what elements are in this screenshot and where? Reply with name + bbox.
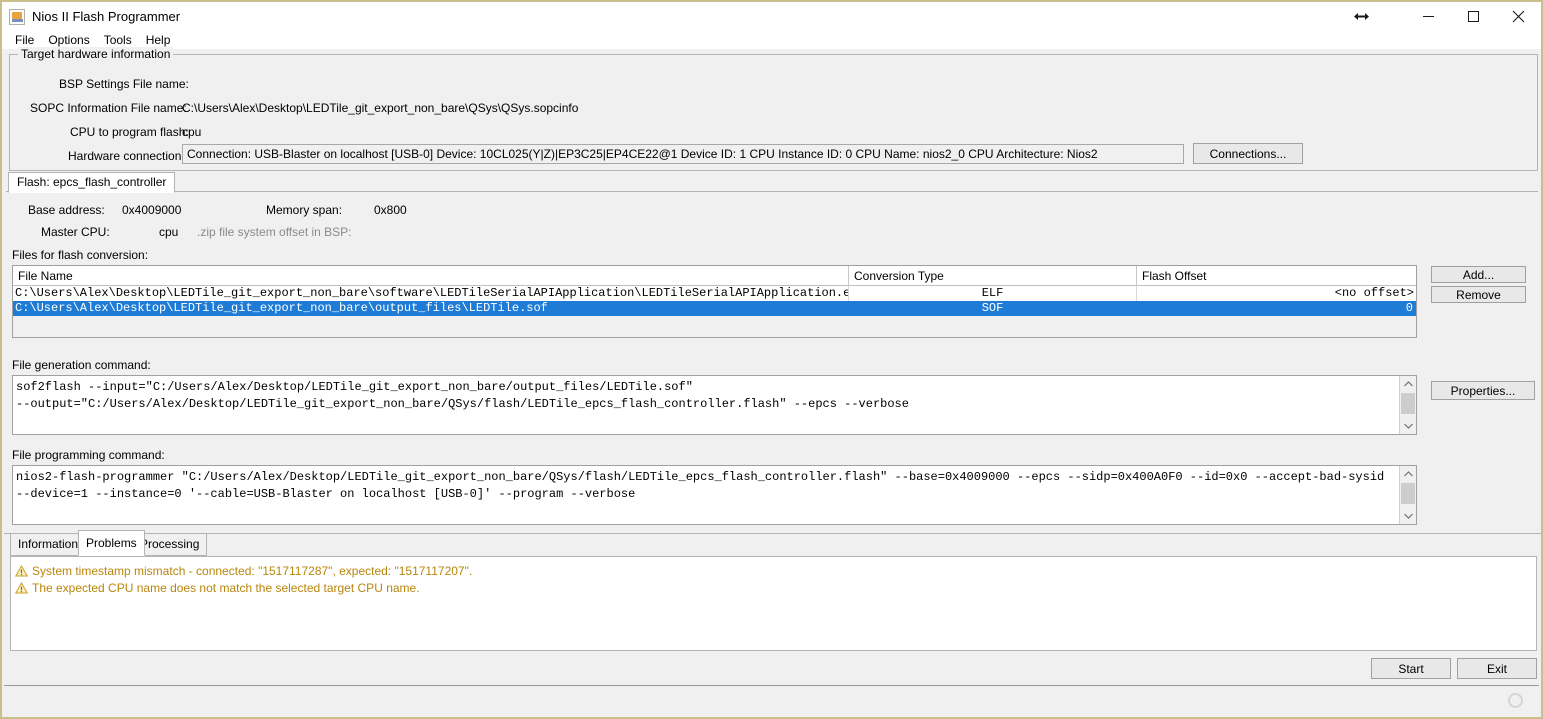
menu-options[interactable]: Options [41,32,96,48]
file-programming-scrollbar[interactable] [1399,466,1416,524]
cell-file-name: C:\Users\Alex\Desktop\LEDTile_git_export… [15,286,849,301]
files-table-header: File Name Conversion Type Flash Offset [13,266,1416,286]
file-generation-scrollbar[interactable] [1399,376,1416,434]
cell-file-name: C:\Users\Alex\Desktop\LEDTile_git_export… [13,301,849,316]
start-button[interactable]: Start [1371,658,1451,679]
java-coffee-cup-icon [9,8,25,25]
status-bar [4,685,1539,715]
exit-button[interactable]: Exit [1457,658,1537,679]
horizontal-resize-icon[interactable] [1339,1,1384,32]
window-controls [1339,1,1541,32]
minimize-button[interactable] [1406,1,1451,32]
column-header-file-name[interactable]: File Name [13,266,849,285]
problems-panel[interactable]: System timestamp mismatch - connected: "… [10,556,1537,651]
column-header-conversion-type[interactable]: Conversion Type [849,266,1137,285]
file-programming-label: File programming command: [12,448,165,462]
memory-span-value: 0x800 [374,203,407,217]
scroll-down-icon[interactable] [1400,418,1416,434]
file-generation-label: File generation command: [12,358,151,372]
scroll-up-icon[interactable] [1400,466,1416,482]
tab-flash-epcs-flash-controller[interactable]: Flash: epcs_flash_controller [8,172,176,193]
warning-triangle-icon [14,564,29,577]
menu-help[interactable]: Help [139,32,178,48]
table-empty-area [13,316,1416,337]
tab-problems[interactable]: Problems [78,530,145,556]
file-programming-command-box[interactable]: nios2-flash-programmer "C:/Users/Alex/De… [12,465,1417,525]
master-cpu-label: Master CPU: [41,225,110,239]
progress-spinner-icon [1508,693,1523,708]
target-hardware-group-title: Target hardware information [18,47,174,61]
hardware-connection-field[interactable]: Connection: USB-Blaster on localhost [US… [182,144,1184,164]
menu-file[interactable]: File [8,32,41,48]
maximize-button[interactable] [1451,1,1496,32]
base-address-value: 0x4009000 [122,203,182,217]
title-bar: Nios II Flash Programmer [2,0,1541,31]
window-title: Nios II Flash Programmer [32,9,181,24]
problem-message: System timestamp mismatch - connected: "… [32,563,473,578]
tab-underline [6,191,1538,192]
menu-bar: File Options Tools Help [2,31,1541,49]
scroll-thumb[interactable] [1401,483,1415,504]
cell-conversion-type: ELF [849,286,1137,301]
connections-button[interactable]: Connections... [1193,143,1303,164]
flash-tabstrip: Flash: epcs_flash_controller [6,172,1538,193]
main-content: Target hardware information BSP Settings… [4,47,1541,715]
cell-flash-offset: 0 [1137,301,1416,316]
file-generation-command-text: sof2flash --input="C:/Users/Alex/Desktop… [16,380,909,411]
base-address-label: Base address: [28,203,105,217]
table-row[interactable]: C:\Users\Alex\Desktop\LEDTile_git_export… [13,286,1416,301]
zip-offset-label: .zip file system offset in BSP: [197,225,352,239]
bottom-tabstrip: Information Problems Processing [10,530,310,556]
file-programming-command-text: nios2-flash-programmer "C:/Users/Alex/De… [16,470,1385,501]
master-cpu-value: cpu [159,225,179,239]
column-header-flash-offset[interactable]: Flash Offset [1137,266,1416,285]
sopc-info-label: SOPC Information File name: [30,101,187,115]
problem-message: The expected CPU name does not match the… [32,580,420,595]
properties-button[interactable]: Properties... [1431,381,1535,400]
menu-tools[interactable]: Tools [97,32,139,48]
close-button[interactable] [1496,1,1541,32]
file-generation-command-box[interactable]: sof2flash --input="C:/Users/Alex/Desktop… [12,375,1417,435]
bsp-settings-label: BSP Settings File name: [59,77,189,91]
hardware-connection-label: Hardware connection: [68,149,185,163]
sopc-info-value: C:\Users\Alex\Desktop\LEDTile_git_export… [182,101,579,115]
add-button[interactable]: Add... [1431,266,1526,283]
tab-information[interactable]: Information [10,533,87,556]
files-for-conversion-label: Files for flash conversion: [12,248,149,262]
scroll-up-icon[interactable] [1400,376,1416,392]
target-hardware-group: Target hardware information BSP Settings… [9,47,1538,171]
remove-button[interactable]: Remove [1431,286,1526,303]
cpu-to-program-value: cpu [182,125,202,139]
cell-flash-offset: <no offset> [1334,286,1414,300]
cpu-to-program-label: CPU to program flash: [70,125,189,139]
nios-ii-flash-programmer-window: Nios II Flash Programmer File Options To… [0,0,1543,719]
files-table[interactable]: File Name Conversion Type Flash Offset C… [12,265,1417,338]
warning-triangle-icon [14,581,29,594]
scroll-thumb[interactable] [1401,393,1415,414]
scroll-down-icon[interactable] [1400,508,1416,524]
list-item[interactable]: System timestamp mismatch - connected: "… [11,562,1536,579]
list-item[interactable]: The expected CPU name does not match the… [11,579,1536,596]
table-row[interactable]: C:\Users\Alex\Desktop\LEDTile_git_export… [13,301,1416,316]
cell-conversion-type: SOF [849,301,1137,316]
memory-span-label: Memory span: [266,203,343,217]
